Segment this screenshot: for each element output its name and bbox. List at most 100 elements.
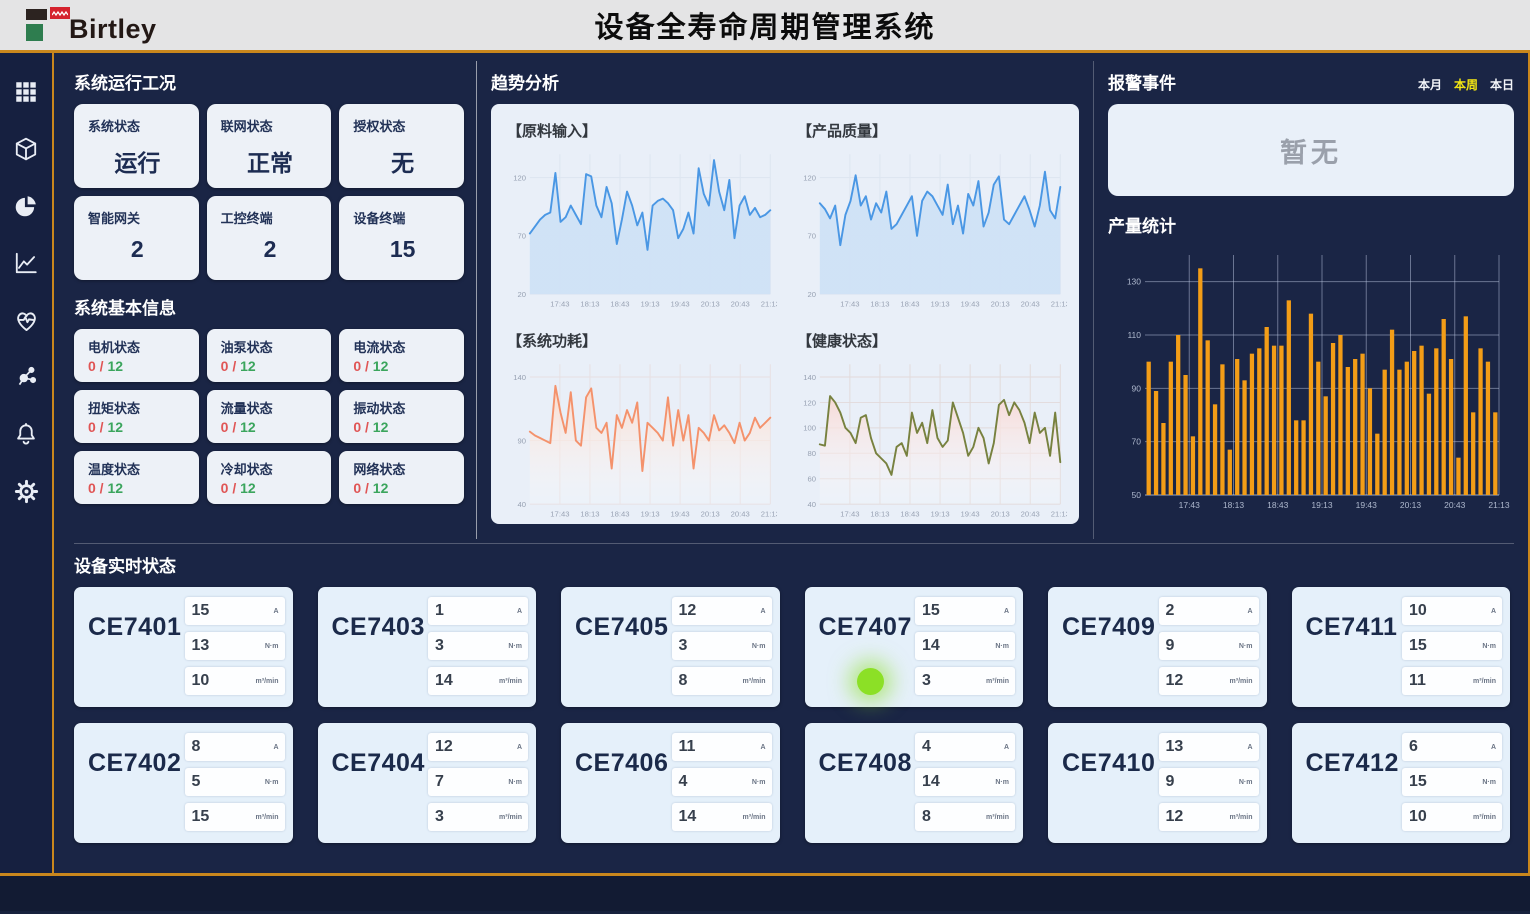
device-card[interactable]: CE74031A3N·m14m³/min xyxy=(318,587,537,707)
sidebar-item-health-heart[interactable] xyxy=(11,305,41,335)
svg-text:70: 70 xyxy=(517,232,526,241)
info-card-label: 流量状态 xyxy=(221,398,320,417)
sidebar-item-pie-chart[interactable] xyxy=(11,191,41,221)
device-metric-value: 15 xyxy=(1409,773,1427,791)
device-metrics: 12A3N·m8m³/min xyxy=(672,597,772,697)
info-total-count: 12 xyxy=(107,358,123,374)
info-total-count: 12 xyxy=(107,419,123,435)
status-card: 智能网关2 xyxy=(74,196,199,280)
device-metric-row: 7N·m xyxy=(428,768,528,796)
sidebar-item-apps-grid[interactable] xyxy=(11,77,41,107)
info-card: 电机状态0 / 12 xyxy=(74,329,199,382)
device-name: CE7406 xyxy=(575,749,672,833)
alarm-period-tabs: 本月本周本日 xyxy=(1418,76,1514,93)
svg-text:140: 140 xyxy=(513,373,526,382)
status-card-value: 15 xyxy=(353,236,452,263)
alarm-tab-0[interactable]: 本月 xyxy=(1418,76,1442,93)
device-card[interactable]: CE740512A3N·m8m³/min xyxy=(561,587,780,707)
device-metric-unit: N·m xyxy=(1482,643,1496,650)
svg-text:120: 120 xyxy=(513,173,526,182)
svg-text:120: 120 xyxy=(803,173,816,182)
device-metric-unit: N·m xyxy=(752,779,766,786)
svg-text:21:13: 21:13 xyxy=(1051,510,1067,519)
status-card: 工控终端2 xyxy=(207,196,332,280)
info-card-label: 温度状态 xyxy=(88,459,187,478)
logo-green-block xyxy=(26,24,43,41)
device-metric-unit: m³/min xyxy=(1473,814,1496,821)
device-metric-unit: A xyxy=(760,608,765,615)
device-metric-unit: N·m xyxy=(508,779,522,786)
device-card[interactable]: CE74126A15N·m10m³/min xyxy=(1292,723,1511,843)
info-card-count: 0 / 12 xyxy=(88,419,187,435)
trend-panel: 【原料输入】17:4318:1318:4319:1319:4320:1320:4… xyxy=(491,104,1079,524)
device-card[interactable]: CE74092A9N·m12m³/min xyxy=(1048,587,1267,707)
trend-column: 趋势分析 【原料输入】17:4318:1318:4319:1319:4320:1… xyxy=(476,61,1094,539)
health-heart-icon xyxy=(13,307,40,334)
status-card-value: 2 xyxy=(88,236,187,263)
device-metric-unit: N·m xyxy=(265,779,279,786)
svg-text:18:43: 18:43 xyxy=(610,510,629,519)
status-card: 联网状态正常 xyxy=(207,104,332,188)
alarm-tab-1[interactable]: 本周 xyxy=(1454,76,1478,93)
svg-text:17:43: 17:43 xyxy=(550,510,569,519)
device-card[interactable]: CE740715A14N·m3m³/min xyxy=(805,587,1024,707)
info-alarm-count: 0 / xyxy=(88,419,107,435)
device-metric-unit: N·m xyxy=(752,643,766,650)
device-metric-unit: m³/min xyxy=(1230,678,1253,685)
device-name: CE7412 xyxy=(1306,749,1403,833)
device-metric-value: 14 xyxy=(679,808,697,826)
footer-strip xyxy=(0,876,1530,911)
device-metric-value: 15 xyxy=(922,602,940,620)
device-card[interactable]: CE74084A14N·m8m³/min xyxy=(805,723,1024,843)
svg-text:60: 60 xyxy=(807,475,816,484)
svg-text:21:13: 21:13 xyxy=(1051,300,1067,309)
device-metric-row: 10m³/min xyxy=(185,667,285,695)
device-metric-value: 3 xyxy=(435,637,444,655)
device-metric-value: 10 xyxy=(1409,602,1427,620)
device-metric-unit: m³/min xyxy=(1230,814,1253,821)
info-alarm-count: 0 / xyxy=(353,480,372,496)
sidebar-item-line-chart[interactable] xyxy=(11,248,41,278)
sidebar-item-network[interactable] xyxy=(11,362,41,392)
device-metric-row: 14N·m xyxy=(915,768,1015,796)
device-metric-value: 14 xyxy=(922,773,940,791)
info-total-count: 12 xyxy=(373,419,389,435)
trend-chart-title: 【健康状态】 xyxy=(797,330,1067,351)
device-card[interactable]: CE74028A5N·m15m³/min xyxy=(74,723,293,843)
device-card[interactable]: CE740115A13N·m10m³/min xyxy=(74,587,293,707)
device-metric-unit: A xyxy=(1247,608,1252,615)
device-metric-value: 15 xyxy=(192,602,210,620)
device-metrics: 15A14N·m3m³/min xyxy=(915,597,1015,697)
device-metric-value: 3 xyxy=(922,672,931,690)
info-alarm-count: 0 / xyxy=(88,358,107,374)
svg-text:21:13: 21:13 xyxy=(761,510,777,519)
svg-text:20:13: 20:13 xyxy=(701,300,720,309)
alarm-tab-2[interactable]: 本日 xyxy=(1490,76,1514,93)
info-card-count: 0 / 12 xyxy=(221,358,320,374)
svg-text:17:43: 17:43 xyxy=(1179,500,1201,510)
svg-text:21:13: 21:13 xyxy=(1488,500,1510,510)
device-card[interactable]: CE741110A15N·m11m³/min xyxy=(1292,587,1511,707)
device-metric-unit: m³/min xyxy=(986,678,1009,685)
device-card[interactable]: CE741013A9N·m12m³/min xyxy=(1048,723,1267,843)
device-name: CE7404 xyxy=(332,749,429,833)
info-card: 网络状态0 / 12 xyxy=(339,451,464,504)
sidebar-item-bell[interactable] xyxy=(11,419,41,449)
device-metric-row: 15N·m xyxy=(1402,768,1502,796)
device-card[interactable]: CE740611A4N·m14m³/min xyxy=(561,723,780,843)
info-card-count: 0 / 12 xyxy=(353,419,452,435)
device-card[interactable]: CE740412A7N·m3m³/min xyxy=(318,723,537,843)
device-metrics: 6A15N·m10m³/min xyxy=(1402,733,1502,833)
bell-icon xyxy=(13,421,39,447)
info-alarm-count: 0 / xyxy=(353,358,372,374)
device-metric-unit: N·m xyxy=(995,643,1009,650)
device-metrics: 13A9N·m12m³/min xyxy=(1159,733,1259,833)
svg-text:19:13: 19:13 xyxy=(640,300,659,309)
sidebar-item-cube[interactable] xyxy=(11,134,41,164)
sidebar-item-gear[interactable] xyxy=(11,476,41,506)
device-metrics: 11A4N·m14m³/min xyxy=(672,733,772,833)
svg-text:40: 40 xyxy=(517,500,526,509)
status-card-label: 授权状态 xyxy=(353,116,452,135)
info-card: 扭矩状态0 / 12 xyxy=(74,390,199,443)
device-metric-value: 15 xyxy=(192,808,210,826)
